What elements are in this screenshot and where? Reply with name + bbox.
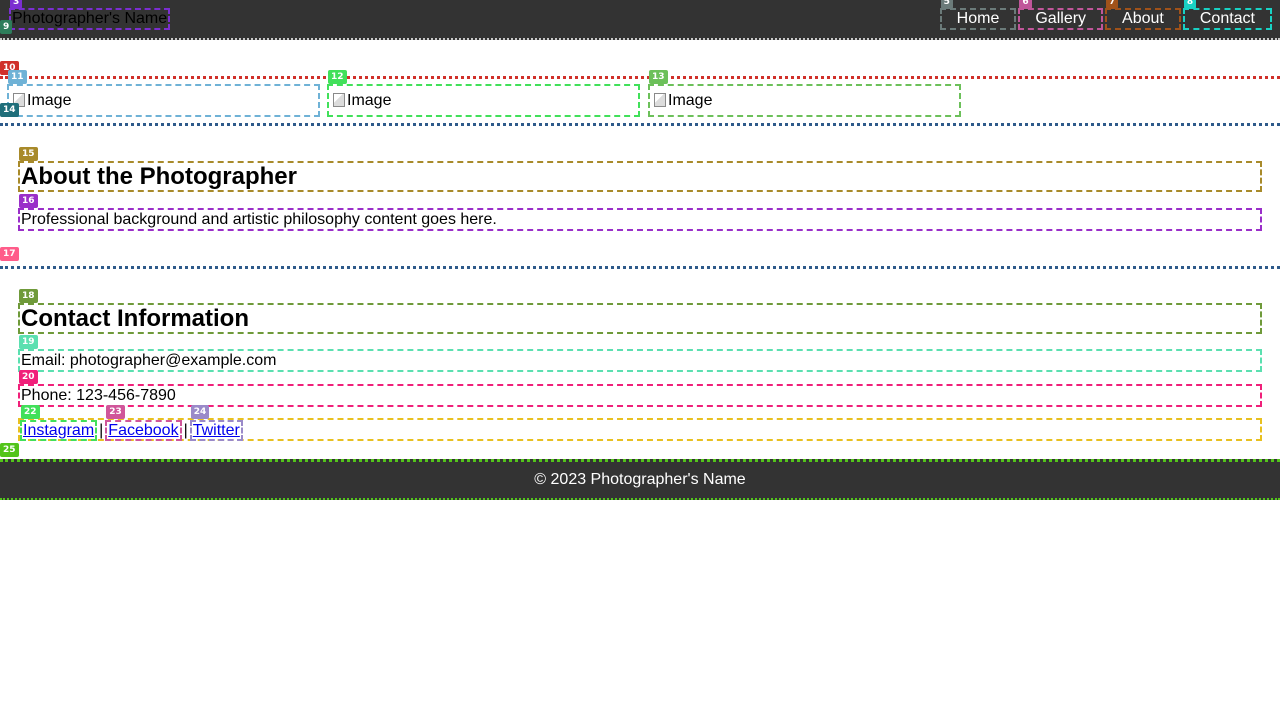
facebook-link-text: Facebook	[108, 422, 179, 439]
instagram-link-text: Instagram	[23, 422, 95, 439]
annotation-badge: 7	[1106, 0, 1119, 9]
annotation-badge: 19	[19, 335, 38, 349]
twitter-link-text: Twitter	[192, 422, 240, 439]
contact-email-text: Email: photographer@example.com	[21, 352, 277, 369]
gallery-image[interactable]: 13 Image	[648, 70, 961, 117]
broken-image-icon	[654, 93, 666, 107]
annotation-badge: 3	[10, 0, 23, 9]
annotation-badge: 11	[8, 70, 27, 84]
site-footer: 25 © 2023 Photographer's Name	[0, 443, 1280, 500]
nav-contact-link[interactable]: 8 Contact	[1182, 0, 1272, 30]
contact-section: 18 Contact Information 19 Email: photogr…	[0, 266, 1280, 460]
annotation-badge: 9	[0, 20, 13, 34]
nav-home-link[interactable]: 5 Home	[939, 0, 1017, 30]
about-paragraph: 16 Professional background and artistic …	[18, 194, 1262, 231]
annotation-badge: 15	[19, 147, 38, 161]
contact-heading: 18 Contact Information	[18, 289, 1262, 334]
about-heading: 15 About the Photographer	[18, 147, 1262, 192]
site-title-text: Photographer's Name	[12, 10, 168, 27]
nav-about-link[interactable]: 7 About	[1105, 0, 1181, 30]
site-header: 9 3 Photographer's Name 5 Home 6 Gallery…	[0, 0, 1280, 40]
annotation-badge: 13	[649, 70, 668, 84]
nav-gallery-link[interactable]: 6 Gallery	[1018, 0, 1104, 30]
link-separator: |	[99, 422, 104, 439]
twitter-link[interactable]: 24 Twitter	[189, 405, 243, 441]
contact-email: 19 Email: photographer@example.com	[18, 335, 1262, 372]
gallery-image[interactable]: 12 Image	[327, 70, 640, 117]
broken-image-icon	[333, 93, 345, 107]
gallery-section: 10 11 Image 12 Image 13 Image	[0, 61, 1280, 126]
annotation-badge: 16	[19, 194, 38, 208]
footer-copyright: © 2023 Photographer's Name	[534, 471, 746, 488]
contact-phone: 20 Phone: 123-456-7890	[18, 370, 1262, 407]
about-heading-text: About the Photographer	[21, 163, 297, 190]
annotation-badge: 8	[1183, 0, 1197, 9]
site-title: 3 Photographer's Name	[9, 0, 171, 30]
image-alt-text: Image	[668, 92, 713, 109]
annotation-badge: 17	[0, 247, 19, 261]
nav-about-label: About	[1122, 10, 1164, 27]
annotation-badge: 22	[21, 405, 40, 419]
annotation-badge: 5	[940, 0, 953, 9]
contact-heading-text: Contact Information	[21, 305, 249, 332]
about-section: 15 About the Photographer 16 Professiona…	[0, 126, 1280, 269]
image-alt-text: Image	[27, 92, 72, 109]
link-separator: |	[183, 422, 188, 439]
annotation-badge: 25	[0, 443, 19, 457]
nav-contact-label: Contact	[1199, 10, 1255, 27]
annotation-badge: 23	[106, 405, 125, 419]
annotation-badge: 20	[19, 370, 38, 384]
main-nav: 5 Home 6 Gallery 7 About 8 Contact	[939, 0, 1272, 30]
contact-phone-text: Phone: 123-456-7890	[21, 387, 176, 404]
facebook-link[interactable]: 23 Facebook	[105, 405, 182, 441]
annotation-badge: 14	[0, 103, 19, 117]
social-links: 22 Instagram | 23 Facebook | 24 Twitter	[18, 405, 1262, 441]
nav-gallery-label: Gallery	[1035, 10, 1087, 27]
gallery-image[interactable]: 11 Image	[7, 70, 320, 117]
annotation-badge: 18	[19, 289, 38, 303]
instagram-link[interactable]: 22 Instagram	[20, 405, 98, 441]
annotation-badge: 6	[1019, 0, 1032, 9]
about-paragraph-text: Professional background and artistic phi…	[21, 211, 497, 228]
annotation-badge: 24	[190, 405, 210, 419]
annotation-badge: 12	[328, 70, 347, 84]
nav-home-label: Home	[956, 10, 1000, 27]
image-alt-text: Image	[347, 92, 392, 109]
